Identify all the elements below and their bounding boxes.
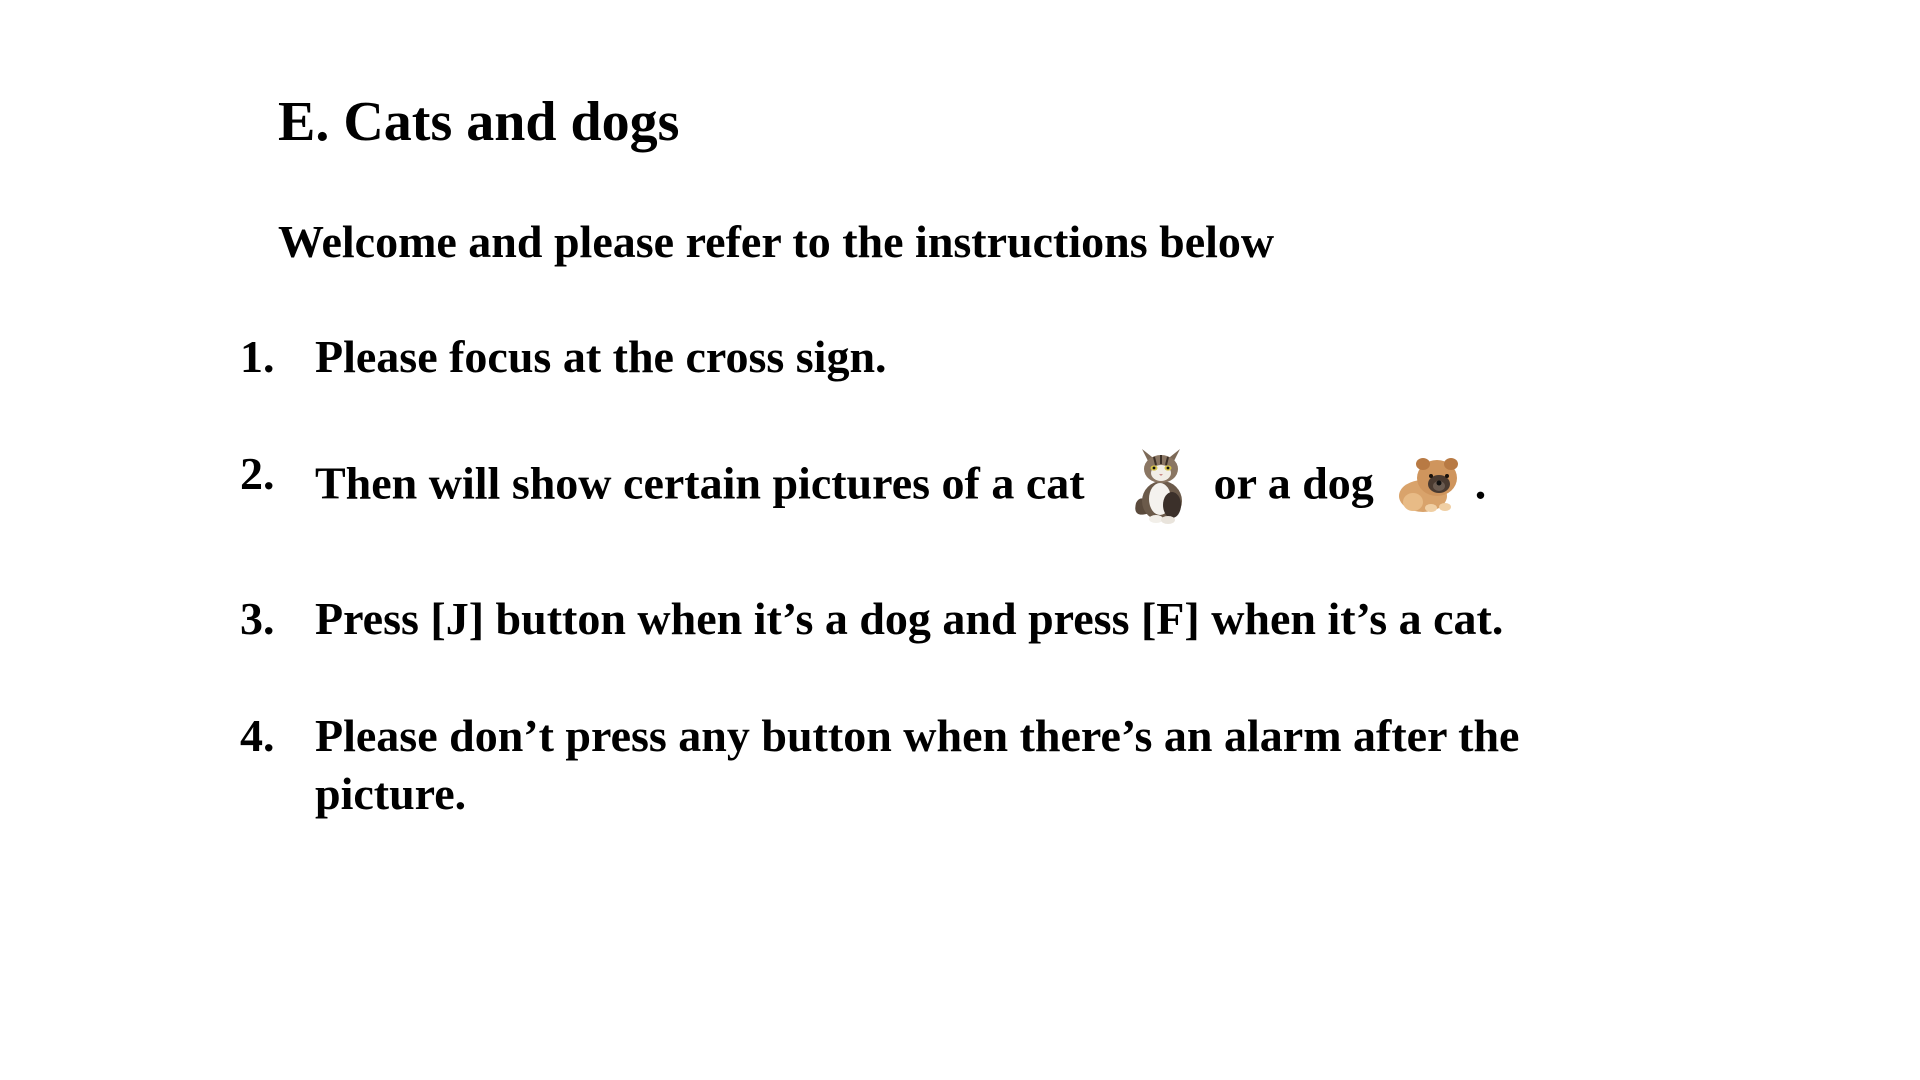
slide: E. Cats and dogs Welcome and please refe… xyxy=(0,0,1920,1080)
page-subtitle: Welcome and please refer to the instruct… xyxy=(278,216,1275,267)
instruction-number: 1. xyxy=(240,331,275,382)
instruction-item-4: 4. Please don’t press any button when th… xyxy=(240,707,1660,823)
cat-picture-icon xyxy=(1130,439,1192,525)
instruction-text: Please don’t press any button when there… xyxy=(315,710,1520,819)
instruction-item-3: 3. Press [J] button when it’s a dog and … xyxy=(240,590,1660,648)
instruction-text-before: Then will show certain pictures of a cat xyxy=(315,457,1085,509)
dog-picture-icon xyxy=(1395,450,1463,514)
instruction-number: 4. xyxy=(240,710,275,761)
page-title: E. Cats and dogs xyxy=(278,91,680,153)
instruction-number: 2. xyxy=(240,448,275,499)
instruction-text: Please focus at the cross sign. xyxy=(315,331,887,382)
instruction-list: 1. Please focus at the cross sign. 2. Th… xyxy=(240,328,1660,882)
instruction-text-middle: or a dog xyxy=(1213,457,1374,509)
instruction-item-1: 1. Please focus at the cross sign. xyxy=(240,328,1660,386)
instruction-item-2: 2. Then will show certain pictures of a … xyxy=(240,445,1660,531)
instruction-text-after: . xyxy=(1474,457,1487,509)
instruction-text: Press [J] button when it’s a dog and pre… xyxy=(315,593,1504,644)
instruction-number: 3. xyxy=(240,593,275,644)
